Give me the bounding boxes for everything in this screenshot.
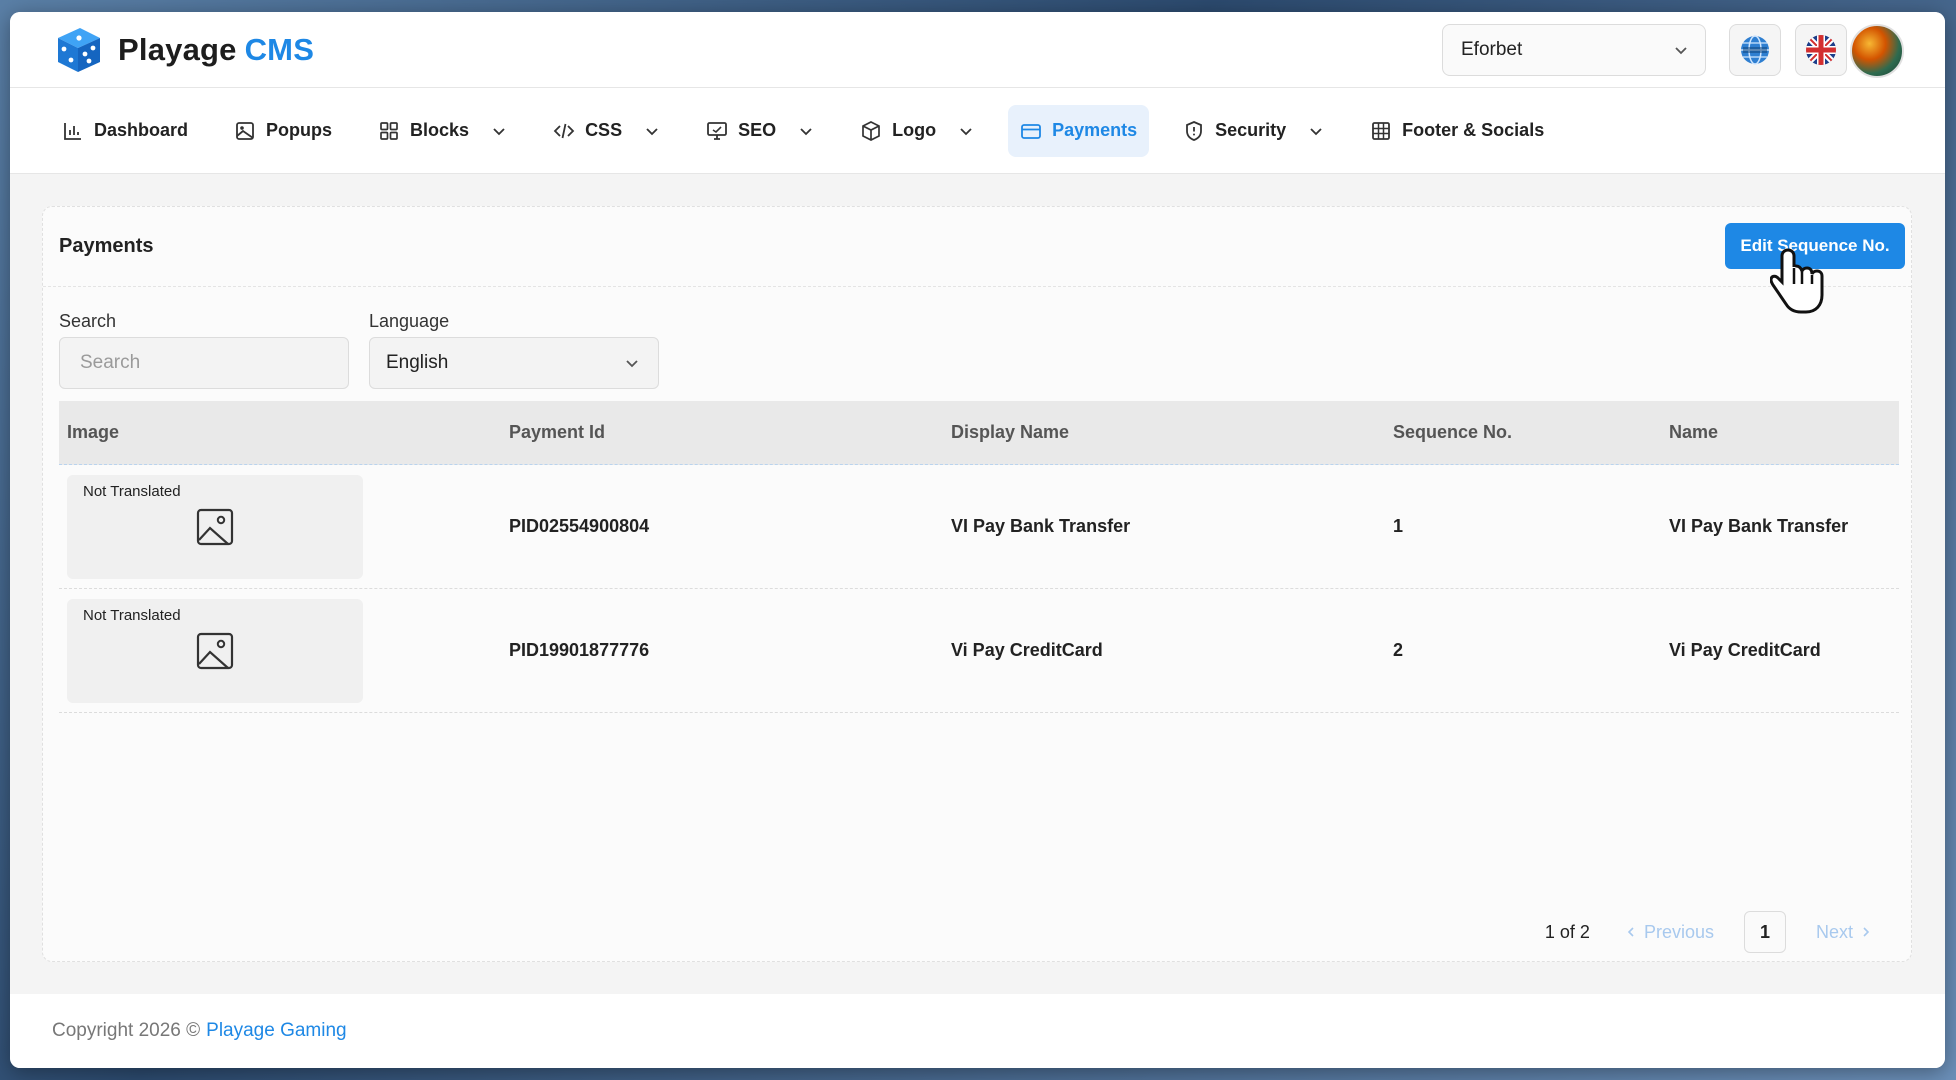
chevron-down-icon xyxy=(1675,47,1687,55)
image-placeholder[interactable]: Not Translated xyxy=(67,474,363,579)
nav-label: SEO xyxy=(738,120,777,140)
next-page-button[interactable]: Next xyxy=(1816,922,1873,943)
column-header-name[interactable]: Name xyxy=(1661,422,1899,443)
site-selector[interactable]: Eforbet xyxy=(1442,24,1706,76)
nav-item-css[interactable]: CSS xyxy=(541,105,672,157)
page-title: Payments xyxy=(59,235,154,257)
language-select[interactable]: English xyxy=(369,337,659,389)
uk-flag-icon xyxy=(1806,35,1836,65)
not-translated-tag: Not Translated xyxy=(83,482,181,500)
logo-text: Playage CMS xyxy=(118,32,314,68)
chevron-right-icon xyxy=(1863,927,1870,937)
image-icon xyxy=(236,121,254,140)
display-name-cell: Vi Pay CreditCard xyxy=(951,640,1103,660)
main-nav: Dashboard Popups Blocks CSS SEO Logo Pay… xyxy=(10,88,1945,174)
credit-card-icon xyxy=(1021,123,1041,139)
payments-card: Payments Edit Sequence No. Search Langua… xyxy=(42,206,1912,962)
table-header: Image Payment Id Display Name Sequence N… xyxy=(59,401,1899,465)
chevron-down-icon xyxy=(1310,127,1322,135)
nav-label: Footer & Socials xyxy=(1402,120,1545,140)
app-window: Playage CMS Eforbet Dashboard Popups Blo… xyxy=(10,12,1945,1068)
site-selector-value: Eforbet xyxy=(1461,39,1523,60)
sequence-cell: 1 xyxy=(1393,516,1404,536)
globe-icon xyxy=(1741,35,1769,65)
code-icon xyxy=(553,123,575,138)
image-cell: Not Translated xyxy=(59,598,501,703)
not-translated-tag: Not Translated xyxy=(83,606,181,624)
chevron-down-icon xyxy=(646,127,658,135)
nav-label: Blocks xyxy=(410,120,470,140)
edit-sequence-button[interactable]: Edit Sequence No. xyxy=(1725,223,1905,269)
uk-flag-button[interactable] xyxy=(1795,24,1847,76)
language-select-value: English xyxy=(386,352,449,373)
nav-item-payments[interactable]: Payments xyxy=(1008,104,1150,157)
nav-item-seo[interactable]: SEO xyxy=(694,105,826,157)
nav-label: Payments xyxy=(1052,120,1138,140)
box-icon xyxy=(862,120,880,141)
nav-label: Security xyxy=(1215,120,1287,140)
name-cell: VI Pay Bank Transfer xyxy=(1669,516,1849,536)
column-header-sequence[interactable]: Sequence No. xyxy=(1385,422,1661,443)
search-input[interactable] xyxy=(59,337,349,389)
language-label: Language xyxy=(369,311,450,331)
nav-item-security[interactable]: Security xyxy=(1171,105,1336,157)
grid-icon xyxy=(380,121,398,140)
nav-label: Logo xyxy=(892,120,937,140)
nav-item-blocks[interactable]: Blocks xyxy=(366,105,519,157)
payment-id-cell: PID02554900804 xyxy=(509,516,650,536)
chevron-down-icon xyxy=(800,127,812,135)
footer-brand-link[interactable]: Playage Gaming xyxy=(206,1020,346,1042)
previous-page-button[interactable]: Previous xyxy=(1624,922,1714,943)
page-footer: Copyright 2026 © Playage Gaming xyxy=(10,994,1945,1068)
monitor-icon xyxy=(707,121,727,140)
chevron-down-icon xyxy=(960,127,972,135)
logo-primary: Playage xyxy=(118,32,237,67)
column-header-image[interactable]: Image xyxy=(59,422,501,443)
image-placeholder[interactable]: Not Translated xyxy=(67,598,363,703)
payment-id-cell: PID19901877776 xyxy=(509,640,650,660)
display-name-cell: VI Pay Bank Transfer xyxy=(951,516,1131,536)
nav-item-dashboard[interactable]: Dashboard xyxy=(50,105,200,157)
previous-label: Previous xyxy=(1643,921,1714,942)
nav-item-popups[interactable]: Popups xyxy=(222,105,344,157)
nav-item-footer-socials[interactable]: Footer & Socials xyxy=(1358,105,1556,157)
chevron-down-icon xyxy=(626,360,638,368)
nav-label: CSS xyxy=(585,120,623,140)
image-placeholder-icon xyxy=(196,508,234,545)
top-header: Playage CMS Eforbet xyxy=(10,12,1945,88)
table-row[interactable]: Not Translated PID02554900804 VI Pay Ban… xyxy=(59,465,1899,589)
logo-secondary: CMS xyxy=(244,32,315,67)
table-icon xyxy=(1372,121,1391,140)
nav-label: Dashboard xyxy=(94,120,189,140)
pagination: 1 of 2 Previous 1 Next xyxy=(1545,911,1873,953)
image-placeholder-icon xyxy=(196,632,234,669)
column-header-payment-id[interactable]: Payment Id xyxy=(501,422,943,443)
bar-chart-icon xyxy=(64,122,81,140)
page-number-button[interactable]: 1 xyxy=(1743,911,1786,953)
dice-logo-icon xyxy=(58,28,100,72)
chevron-left-icon xyxy=(1627,927,1634,937)
column-header-display-name[interactable]: Display Name xyxy=(943,422,1385,443)
nav-item-logo[interactable]: Logo xyxy=(848,105,986,157)
image-cell: Not Translated xyxy=(59,474,501,579)
language-globe-button[interactable] xyxy=(1729,24,1781,76)
shield-icon xyxy=(1186,120,1203,141)
table-row[interactable]: Not Translated PID19901877776 Vi Pay Cre… xyxy=(59,589,1899,713)
sequence-cell: 2 xyxy=(1393,640,1404,660)
nav-label: Popups xyxy=(266,120,333,140)
name-cell: Vi Pay CreditCard xyxy=(1669,640,1821,660)
user-avatar[interactable] xyxy=(1850,24,1904,78)
payments-table: Image Payment Id Display Name Sequence N… xyxy=(59,401,1899,713)
card-header: Payments Edit Sequence No. xyxy=(43,207,1911,287)
copyright-text: Copyright 2026 © xyxy=(52,1020,201,1041)
app-logo[interactable]: Playage CMS xyxy=(50,24,314,76)
next-label: Next xyxy=(1815,921,1853,942)
chevron-down-icon xyxy=(493,127,505,135)
search-label: Search xyxy=(59,311,117,331)
page-info: 1 of 2 xyxy=(1544,921,1590,942)
